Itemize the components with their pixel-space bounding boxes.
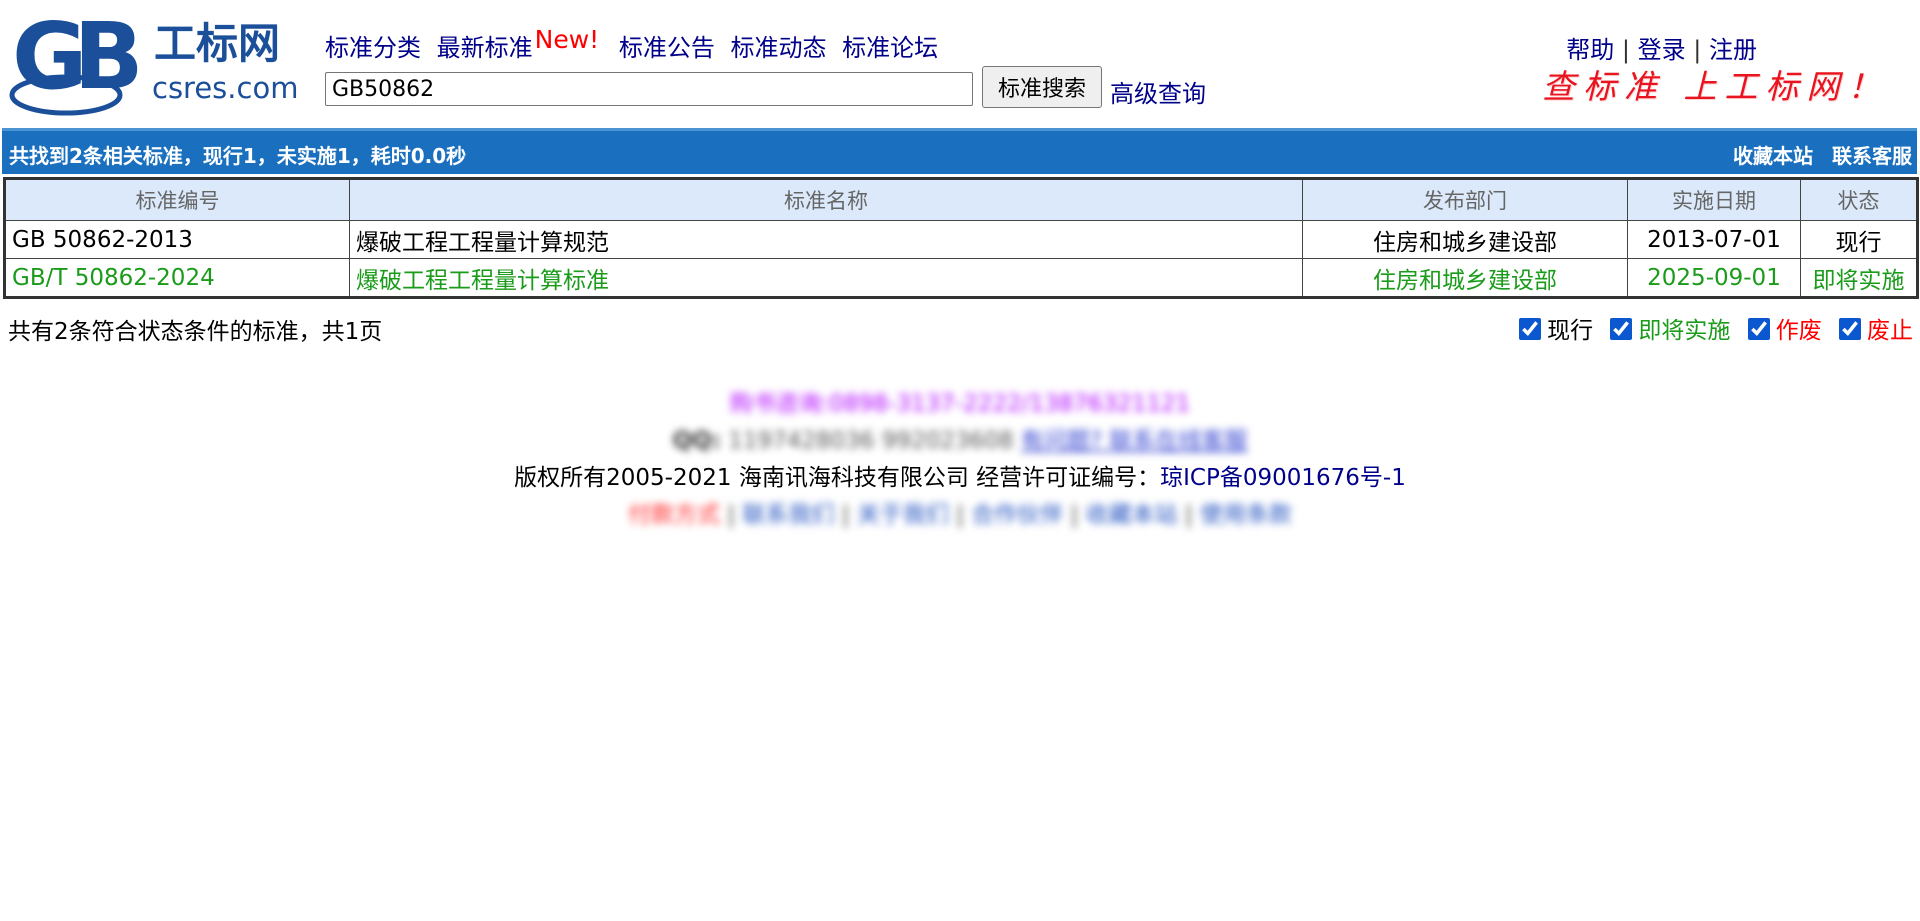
filter-abolished-checkbox[interactable]: [1839, 318, 1861, 340]
separator: |: [727, 502, 736, 528]
qq-label: QQ:: [672, 428, 721, 454]
result-bar: 共找到2条相关标准，现行1，未实施1，耗时0.0秒 收藏本站 联系客服: [2, 128, 1917, 174]
nav-latest-standards[interactable]: 最新标准: [437, 34, 533, 62]
separator: |: [1070, 502, 1079, 528]
contact-support-link[interactable]: 联系客服: [1832, 144, 1912, 168]
header-date: 实施日期: [1627, 178, 1801, 221]
footer-phone: 购书咨询:0898-3137-2222/13876321121: [729, 391, 1191, 417]
header-dept: 发布部门: [1302, 178, 1628, 221]
filter-label: 即将实施: [1638, 318, 1731, 344]
standard-date: 2025-09-01: [1627, 258, 1801, 298]
filter-current[interactable]: 现行: [1519, 318, 1593, 344]
filter-upcoming[interactable]: 即将实施: [1610, 318, 1730, 344]
standard-code-link[interactable]: GB/T 50862-2024: [4, 258, 350, 298]
filter-abolished[interactable]: 废止: [1839, 318, 1913, 344]
logo-mark: GB: [12, 3, 138, 110]
filter-label: 废止: [1867, 318, 1913, 344]
favorite-site-link[interactable]: 收藏本站: [1733, 144, 1813, 168]
standard-name-link[interactable]: 爆破工程工程量计算规范: [349, 220, 1303, 259]
footer-link-partners[interactable]: 合作伙伴: [971, 502, 1063, 528]
bar-actions: 收藏本站 联系客服: [1721, 140, 1912, 169]
separator: |: [841, 502, 850, 528]
footer-link-favorite[interactable]: 收藏本站: [1086, 502, 1178, 528]
standard-dept: 住房和城乡建设部: [1302, 220, 1628, 259]
top-nav: 标准分类 最新标准New! 标准公告 标准动态 标准论坛: [325, 25, 946, 63]
site-slogan: 查标准 上工标网！: [1542, 67, 1889, 106]
qq-numbers: 1197428036 992023608: [728, 428, 1014, 454]
filter-label: 现行: [1547, 318, 1594, 344]
standard-code-link[interactable]: GB 50862-2013: [4, 220, 350, 259]
header-status: 状态: [1800, 178, 1918, 221]
new-badge: New!: [534, 25, 600, 54]
footer-copyright: 版权所有2005-2021 海南讯海科技有限公司 经营许可证编号：琼ICP备09…: [0, 460, 1920, 497]
advanced-search-link[interactable]: 高级查询: [1110, 74, 1206, 109]
footer-links: 付款方式 | 联系我们 | 关于我们 | 合作伙伴 | 收藏本站 | 使用条款: [0, 497, 1920, 534]
footer-link-contact[interactable]: 联系我们: [742, 502, 834, 528]
search-input[interactable]: [325, 72, 973, 106]
standard-status: 即将实施: [1800, 258, 1918, 298]
standard-date: 2013-07-01: [1627, 220, 1801, 259]
logo-name: 工标网: [154, 19, 280, 68]
results-count: 共有2条符合状态条件的标准，共1页: [8, 319, 383, 345]
nav-standard-announcements[interactable]: 标准公告: [619, 34, 715, 62]
standard-status: 现行: [1800, 220, 1918, 259]
separator: |: [956, 502, 964, 528]
table-row[interactable]: GB/T 50862-2024 爆破工程工程量计算标准 住房和城乡建设部 202…: [4, 258, 1918, 298]
icp-link[interactable]: 琼ICP备09001676号-1: [1160, 465, 1406, 491]
nav-standard-news[interactable]: 标准动态: [730, 34, 826, 62]
footer-link-payment[interactable]: 付款方式: [628, 502, 720, 528]
nav-standard-categories[interactable]: 标准分类: [325, 34, 421, 62]
filter-void[interactable]: 作废: [1747, 318, 1822, 344]
header-code: 标准编号: [4, 178, 350, 221]
footer: 购书咨询:0898-3137-2222/13876321121 QQ: 1197…: [0, 386, 1920, 534]
logo-domain: csres.com: [152, 71, 298, 105]
online-support-link[interactable]: 有问题? 联系在线客服: [1021, 428, 1248, 454]
filter-upcoming-checkbox[interactable]: [1610, 318, 1633, 340]
results-table: 标准编号 标准名称 发布部门 实施日期 状态 GB 50862-2013 爆破工…: [3, 177, 1919, 299]
footer-link-about[interactable]: 关于我们: [857, 502, 949, 528]
table-header-row: 标准编号 标准名称 发布部门 实施日期 状态: [4, 178, 1918, 221]
separator: |: [1184, 502, 1193, 528]
filter-label: 作废: [1775, 318, 1822, 344]
footer-qq: QQ: 1197428036 992023608 有问题? 联系在线客服: [0, 423, 1920, 460]
standard-dept: 住房和城乡建设部: [1302, 258, 1628, 298]
footer-link-terms[interactable]: 使用条款: [1200, 502, 1292, 528]
search-button[interactable]: 标准搜索: [982, 66, 1102, 108]
status-filters: 现行 即将实施 作废 废止: [1509, 311, 1913, 345]
nav-standard-forum[interactable]: 标准论坛: [842, 34, 938, 62]
header-name: 标准名称: [349, 178, 1303, 221]
gb-logo-icon: GB 工标网 csres.com: [9, 3, 298, 116]
site-logo[interactable]: GB 工标网 csres.com: [8, 2, 298, 120]
filter-void-checkbox[interactable]: [1747, 318, 1770, 340]
table-row[interactable]: GB 50862-2013 爆破工程工程量计算规范 住房和城乡建设部 2013-…: [4, 220, 1918, 259]
copyright-text: 版权所有2005-2021 海南讯海科技有限公司 经营许可证编号：: [514, 465, 1161, 491]
filter-current-checkbox[interactable]: [1519, 318, 1542, 340]
result-summary: 共找到2条相关标准，现行1，未实施1，耗时0.0秒: [9, 144, 467, 168]
standard-name-link[interactable]: 爆破工程工程量计算标准: [349, 258, 1303, 298]
